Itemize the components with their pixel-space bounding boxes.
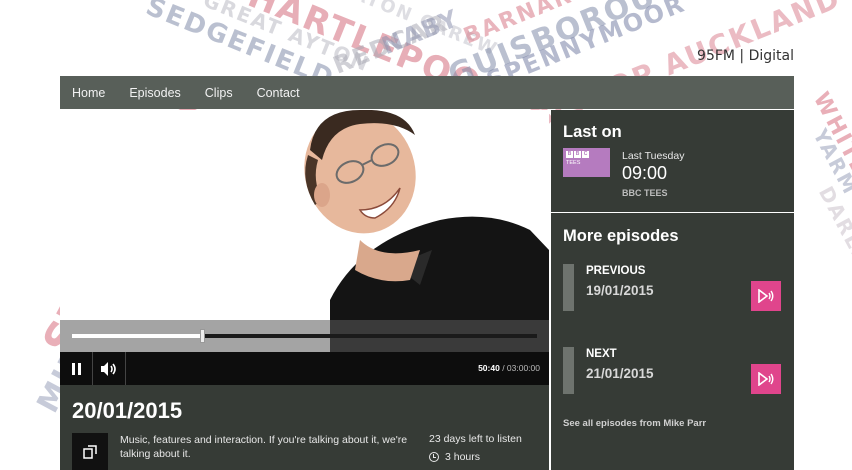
next-play-button[interactable] bbox=[751, 364, 781, 394]
volume-button[interactable] bbox=[93, 352, 126, 385]
clock-icon bbox=[429, 452, 439, 462]
last-on-station: BBC TEES bbox=[622, 188, 668, 198]
last-on-heading: Last on bbox=[563, 123, 622, 141]
progress-area bbox=[60, 320, 549, 352]
nav-home[interactable]: Home bbox=[72, 86, 105, 100]
backdrop-word: DARLINGTON bbox=[813, 182, 852, 342]
duration-text: 3 hours bbox=[445, 451, 481, 463]
player-controls: 50:40 / 03:00:00 bbox=[60, 352, 549, 385]
last-on-panel: Last on B B C TEES Last Tuesday 09:00 BB… bbox=[551, 110, 794, 212]
backdrop-word: NABY bbox=[377, 3, 464, 61]
episode-marker bbox=[563, 347, 574, 394]
pause-icon bbox=[71, 362, 81, 375]
total-duration: / 03:00:00 bbox=[502, 363, 540, 373]
backdrop-word: BARNARD bbox=[460, 0, 596, 50]
volume-icon bbox=[101, 361, 116, 376]
media-player: 50:40 / 03:00:00 bbox=[60, 110, 549, 385]
more-episodes-heading: More episodes bbox=[563, 227, 679, 245]
episode-description: Music, features and interaction. If you'… bbox=[120, 434, 408, 460]
pause-button[interactable] bbox=[60, 352, 93, 385]
last-on-when: Last Tuesday bbox=[622, 150, 685, 162]
progress-bar[interactable] bbox=[72, 329, 537, 343]
duration-row: 3 hours bbox=[429, 451, 480, 463]
previous-label: PREVIOUS bbox=[586, 265, 646, 277]
nav-contact[interactable]: Contact bbox=[257, 86, 300, 100]
see-all-episodes-link[interactable]: See all episodes from Mike Parr bbox=[563, 418, 706, 429]
next-date[interactable]: 21/01/2015 bbox=[586, 366, 654, 381]
nav-clips[interactable]: Clips bbox=[205, 86, 233, 100]
episode-date: 20/01/2015 bbox=[72, 398, 183, 423]
backdrop-word: YARM bbox=[808, 124, 852, 200]
bbc-logo: B B C bbox=[566, 151, 589, 158]
logo-subtitle: TEES bbox=[566, 160, 581, 166]
previous-date[interactable]: 19/01/2015 bbox=[586, 283, 654, 298]
backdrop-word: REDCAR bbox=[329, 8, 453, 80]
main-nav: Home Episodes Clips Contact bbox=[60, 76, 794, 109]
last-on-time: 09:00 bbox=[622, 163, 668, 183]
availability-text: 23 days left to listen bbox=[429, 433, 522, 445]
progress-fill bbox=[72, 334, 203, 338]
episode-marker bbox=[563, 264, 574, 311]
frequency-label: 95FM | Digital bbox=[697, 48, 794, 64]
more-episodes-panel: More episodes PREVIOUS 19/01/2015 NEXT 2… bbox=[551, 213, 794, 470]
backdrop-word: WHITBY bbox=[807, 88, 852, 197]
previous-play-button[interactable] bbox=[751, 281, 781, 311]
play-audio-icon bbox=[758, 289, 774, 303]
popout-button[interactable] bbox=[72, 433, 108, 470]
station-logo[interactable]: B B C TEES bbox=[563, 148, 610, 177]
bbc-block: B bbox=[574, 151, 581, 158]
bbc-block: B bbox=[566, 151, 573, 158]
elapsed-time: 50:40 bbox=[478, 363, 500, 373]
next-label: NEXT bbox=[586, 348, 617, 360]
backdrop-word: GREAT AYTON bbox=[199, 0, 374, 77]
backdrop-word: SEATON CAREW bbox=[322, 0, 502, 61]
popout-icon bbox=[83, 444, 97, 459]
progress-handle[interactable] bbox=[200, 329, 206, 343]
episode-info: 20/01/2015 Music, features and interacti… bbox=[60, 385, 549, 470]
bbc-block: C bbox=[582, 151, 589, 158]
nav-episodes[interactable]: Episodes bbox=[129, 86, 180, 100]
time-display: 50:40 / 03:00:00 bbox=[478, 363, 540, 373]
play-audio-icon bbox=[758, 372, 774, 386]
